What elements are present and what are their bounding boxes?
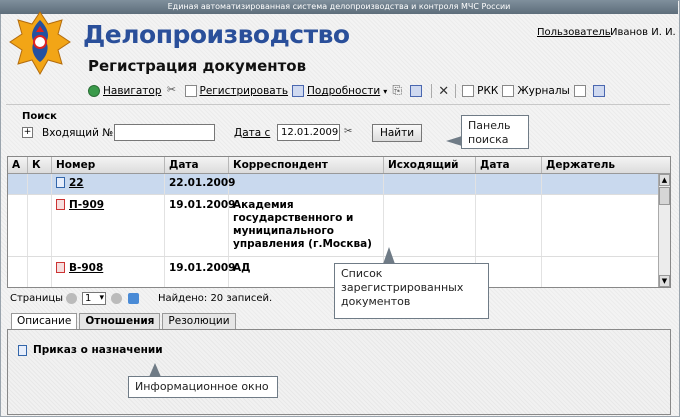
attach-button[interactable]: ⎘ bbox=[391, 83, 406, 97]
row-correspondent bbox=[229, 174, 384, 194]
toolbar: Навигатор ✂ Регистрировать Подробности ▾… bbox=[88, 83, 612, 99]
report-button[interactable] bbox=[592, 85, 608, 97]
delete-button[interactable]: ✕ bbox=[438, 84, 449, 99]
export-icon bbox=[573, 85, 586, 97]
prev-page-icon[interactable] bbox=[66, 293, 78, 304]
scroll-thumb[interactable] bbox=[659, 187, 670, 205]
document-number-link[interactable]: В-908 bbox=[69, 262, 103, 274]
col-holder[interactable]: Держатель bbox=[542, 157, 670, 173]
chevron-down-icon: ▾ bbox=[383, 86, 388, 96]
page-select[interactable]: 1 bbox=[82, 292, 107, 305]
close-icon: ✕ bbox=[438, 83, 450, 99]
col-outgoing-date[interactable]: Дата bbox=[476, 157, 542, 173]
document-icon bbox=[56, 177, 65, 188]
pager: Страницы 1 Найдено: 20 записей. bbox=[10, 292, 272, 305]
grid-scrollbar[interactable]: ▲ ▼ bbox=[658, 174, 670, 287]
grid-header: А К Номер Дата Корреспондент Исходящий Д… bbox=[8, 157, 670, 174]
export-button[interactable] bbox=[573, 85, 589, 97]
document-number-link[interactable]: П-909 bbox=[69, 199, 104, 211]
journal-icon bbox=[502, 85, 515, 97]
col-outgoing[interactable]: Исходящий bbox=[384, 157, 476, 173]
report-icon bbox=[592, 85, 605, 97]
divider bbox=[6, 104, 670, 105]
date-from-label[interactable]: Дата с bbox=[234, 127, 270, 139]
next-page-icon[interactable] bbox=[111, 293, 123, 304]
expand-search-button[interactable]: + bbox=[22, 127, 33, 138]
system-banner: Единая автоматизированная система делопр… bbox=[0, 0, 678, 14]
detail-tabs: Описание Отношения Резолюции bbox=[11, 313, 238, 330]
print-button[interactable] bbox=[410, 85, 425, 97]
journals-button[interactable]: Журналы bbox=[502, 85, 570, 97]
info-document-title: Приказ о назначении bbox=[33, 344, 163, 356]
print-icon bbox=[410, 85, 423, 97]
incoming-number-label: Входящий № bbox=[42, 127, 114, 139]
pdf-document-icon bbox=[56, 262, 65, 273]
emchs-emblem-icon bbox=[9, 11, 71, 76]
globe-icon bbox=[88, 85, 100, 97]
col-k[interactable]: К bbox=[28, 157, 52, 173]
search-panel-callout: Панель поиска bbox=[446, 115, 529, 149]
scroll-down-icon[interactable]: ▼ bbox=[659, 275, 670, 287]
clear-date-icon[interactable]: ✂ bbox=[344, 126, 358, 139]
refresh-icon[interactable] bbox=[128, 293, 140, 304]
scroll-up-icon[interactable]: ▲ bbox=[659, 174, 670, 186]
toolbar-separator bbox=[455, 84, 457, 98]
word-document-icon bbox=[18, 344, 27, 356]
eraser-icon: ✂ bbox=[166, 83, 177, 96]
pager-label: Страницы bbox=[10, 293, 64, 304]
row-date: 19.01.2009 bbox=[165, 195, 235, 256]
register-button[interactable]: Регистрировать bbox=[184, 85, 288, 97]
row-date: 22.01.2009 bbox=[165, 174, 235, 194]
tab-resolutions[interactable]: Резолюции bbox=[162, 313, 236, 329]
clear-button[interactable]: ✂ bbox=[166, 83, 181, 97]
col-correspondent[interactable]: Корреспондент bbox=[229, 157, 384, 173]
table-row[interactable]: 22 22.01.2009 bbox=[8, 174, 658, 195]
app-title: Делопроизводство bbox=[83, 20, 350, 49]
date-from-input[interactable]: 12.01.2009 bbox=[277, 124, 340, 141]
table-row[interactable]: П-909 19.01.2009 Академия государственно… bbox=[8, 195, 658, 257]
info-window: Приказ о назначении bbox=[7, 329, 671, 415]
toolbar-separator bbox=[431, 84, 433, 98]
rkk-button[interactable]: РКК bbox=[462, 85, 498, 97]
col-date[interactable]: Дата bbox=[165, 157, 229, 173]
user-name: Иванов И. И. bbox=[610, 27, 676, 38]
details-icon bbox=[292, 85, 305, 97]
col-number[interactable]: Номер bbox=[52, 157, 165, 173]
new-document-icon bbox=[184, 85, 197, 97]
table-row[interactable]: В-908 19.01.2009 АД bbox=[8, 257, 658, 287]
incoming-document-icon bbox=[56, 199, 65, 210]
incoming-number-input[interactable] bbox=[114, 124, 215, 141]
info-document: Приказ о назначении bbox=[18, 344, 163, 356]
records-found: Найдено: 20 записей. bbox=[158, 293, 273, 304]
search-legend: Поиск bbox=[22, 111, 57, 122]
tab-relations[interactable]: Отношения bbox=[79, 313, 161, 329]
col-a[interactable]: А bbox=[8, 157, 28, 173]
tab-description[interactable]: Описание bbox=[11, 313, 78, 330]
navigator-button[interactable]: Навигатор bbox=[88, 85, 162, 97]
rkk-icon bbox=[462, 85, 475, 97]
documents-list-callout: Список зарегистрированных документов bbox=[334, 247, 489, 319]
user-link[interactable]: Пользователь bbox=[537, 27, 611, 38]
find-button[interactable]: Найти bbox=[372, 124, 422, 142]
paperclip-icon: ⎘ bbox=[392, 83, 402, 97]
details-button[interactable]: Подробности ▾ bbox=[292, 85, 387, 97]
row-date: 19.01.2009 bbox=[165, 257, 235, 287]
document-number-link[interactable]: 22 bbox=[69, 177, 84, 189]
info-window-callout: Информационное окно bbox=[128, 363, 278, 398]
row-correspondent: Академия государственного и муниципально… bbox=[229, 195, 384, 256]
page-title: Регистрация документов bbox=[88, 57, 307, 75]
